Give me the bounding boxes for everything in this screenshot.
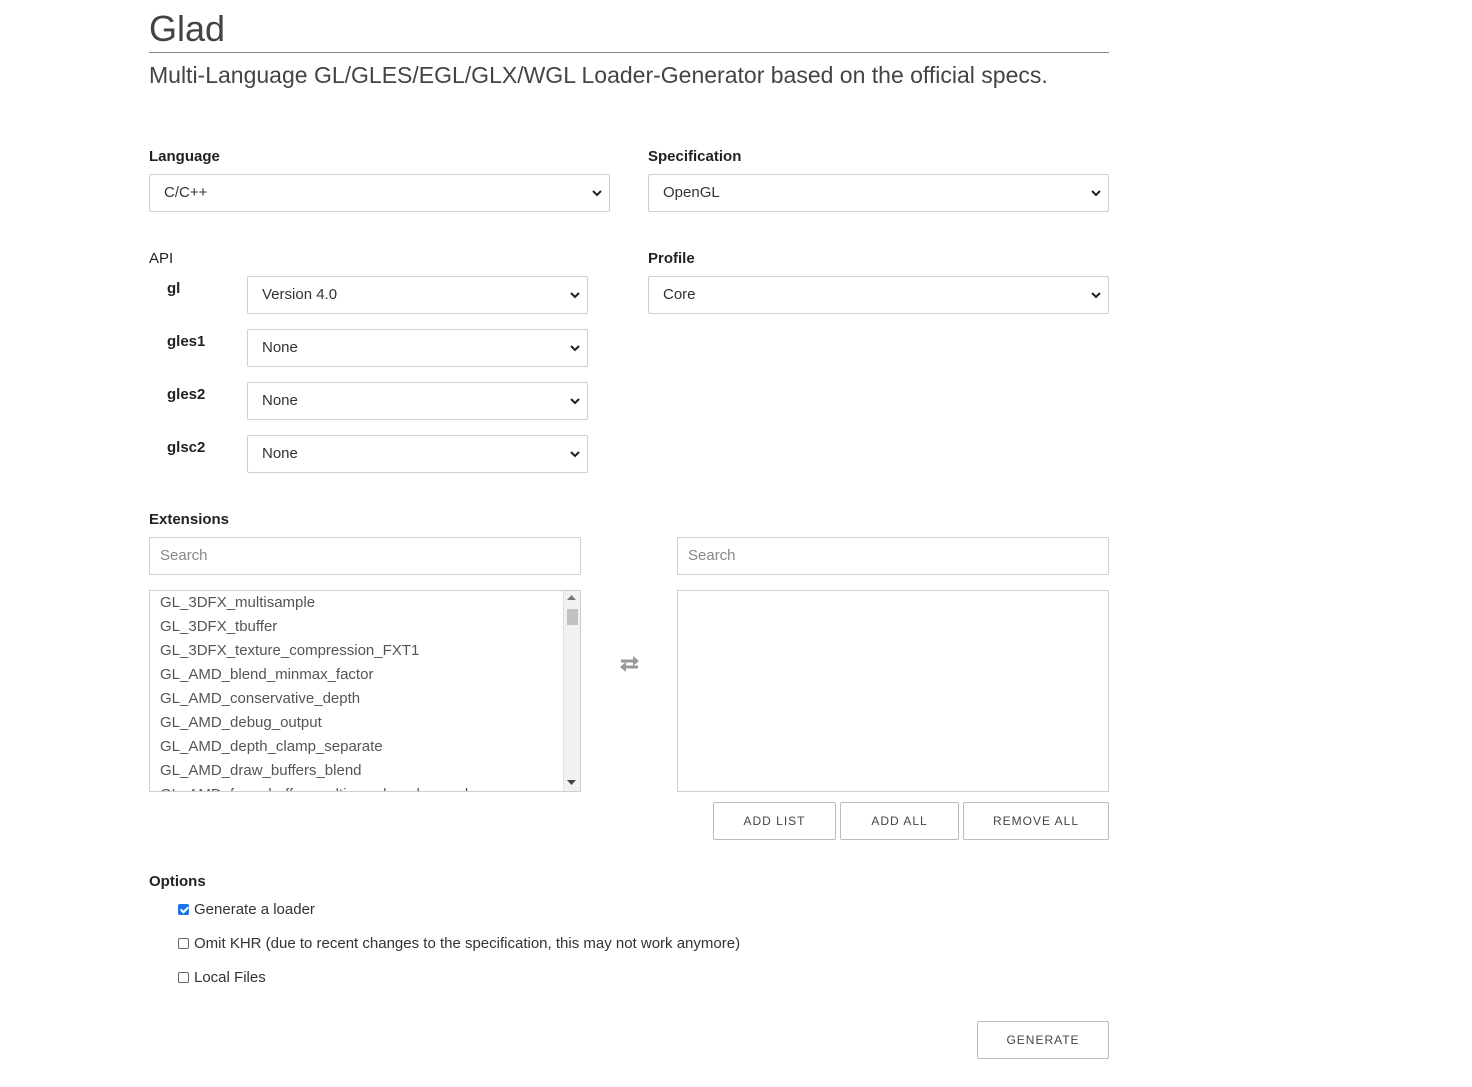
chevron-down-icon <box>1091 190 1101 197</box>
chevron-down-icon <box>570 292 580 299</box>
checkbox-unchecked[interactable] <box>178 938 189 949</box>
api-glsc2-value: None <box>262 445 298 462</box>
list-item[interactable]: GL_AMD_conservative_depth <box>150 687 580 711</box>
profile-select[interactable]: Core <box>648 276 1109 314</box>
checkbox-unchecked[interactable] <box>178 972 189 983</box>
api-gles2-value: None <box>262 392 298 409</box>
api-glsc2-label: glsc2 <box>167 439 206 456</box>
option-label: Omit KHR (due to recent changes to the s… <box>194 935 741 952</box>
chevron-down-icon <box>570 398 580 405</box>
checkbox-checked[interactable] <box>178 904 189 915</box>
profile-select-value: Core <box>663 286 696 303</box>
option-generate-loader[interactable]: Generate a loader <box>178 901 315 918</box>
list-item[interactable]: GL_AMD_blend_minmax_factor <box>150 663 580 687</box>
list-item[interactable]: GL_3DFX_tbuffer <box>150 615 580 639</box>
specification-select-value: OpenGL <box>663 184 720 201</box>
list-item[interactable]: GL_AMD_draw_buffers_blend <box>150 759 580 783</box>
scrollbar-thumb[interactable] <box>567 609 578 625</box>
language-label: Language <box>149 148 220 165</box>
page-title: Glad <box>149 8 226 49</box>
chevron-down-icon <box>570 345 580 352</box>
api-gl-value: Version 4.0 <box>262 286 338 303</box>
extensions-available-search-input[interactable]: Search <box>149 537 581 575</box>
swap-arrows-icon[interactable] <box>618 655 641 673</box>
api-gl-label: gl <box>167 280 181 297</box>
generate-button[interactable]: GENERATE <box>977 1021 1109 1059</box>
list-item[interactable]: GL_AMD_debug_output <box>150 711 580 735</box>
api-gles2-select[interactable]: None <box>247 382 588 420</box>
api-gles2-label: gles2 <box>167 386 206 403</box>
page-subtitle: Multi-Language GL/GLES/EGL/GLX/WGL Loade… <box>149 62 1048 88</box>
add-all-button[interactable]: ADD ALL <box>840 802 959 840</box>
add-list-button[interactable]: ADD LIST <box>713 802 836 840</box>
extensions-available-list[interactable]: GL_3DFX_multisample GL_3DFX_tbuffer GL_3… <box>149 590 581 792</box>
chevron-down-icon <box>592 190 602 197</box>
scroll-down-icon[interactable] <box>567 780 576 786</box>
options-label: Options <box>149 873 206 890</box>
chevron-down-icon <box>1091 292 1101 299</box>
extensions-selected-search-input[interactable]: Search <box>677 537 1109 575</box>
list-item[interactable]: GL_AMD_depth_clamp_separate <box>150 735 580 759</box>
extensions-label: Extensions <box>149 511 230 528</box>
option-local-files[interactable]: Local Files <box>178 969 266 986</box>
api-label: API <box>149 250 174 267</box>
language-select[interactable]: C/C++ <box>149 174 610 212</box>
profile-label: Profile <box>648 250 695 267</box>
api-gles1-select[interactable]: None <box>247 329 588 367</box>
language-select-value: C/C++ <box>164 184 208 201</box>
specification-label: Specification <box>648 148 742 165</box>
list-item[interactable]: GL_AMD_framebuffer_multisample_advanced <box>150 783 580 791</box>
search-placeholder: Search <box>160 547 208 564</box>
search-placeholder: Search <box>688 547 736 564</box>
list-item[interactable]: GL_3DFX_texture_compression_FXT1 <box>150 639 580 663</box>
api-gl-select[interactable]: Version 4.0 <box>247 276 588 314</box>
api-gles1-value: None <box>262 339 298 356</box>
list-item[interactable]: GL_3DFX_multisample <box>150 591 580 615</box>
extensions-selected-list[interactable] <box>677 590 1109 792</box>
api-gles1-label: gles1 <box>167 333 206 350</box>
api-glsc2-select[interactable]: None <box>247 435 588 473</box>
option-label: Generate a loader <box>194 901 315 918</box>
option-omit-khr[interactable]: Omit KHR (due to recent changes to the s… <box>178 935 740 952</box>
option-label: Local Files <box>194 969 266 986</box>
chevron-down-icon <box>570 451 580 458</box>
scroll-up-icon[interactable] <box>567 595 576 601</box>
list-scrollbar[interactable] <box>563 591 580 791</box>
remove-all-button[interactable]: REMOVE ALL <box>963 802 1109 840</box>
title-divider <box>149 52 1109 53</box>
specification-select[interactable]: OpenGL <box>648 174 1109 212</box>
